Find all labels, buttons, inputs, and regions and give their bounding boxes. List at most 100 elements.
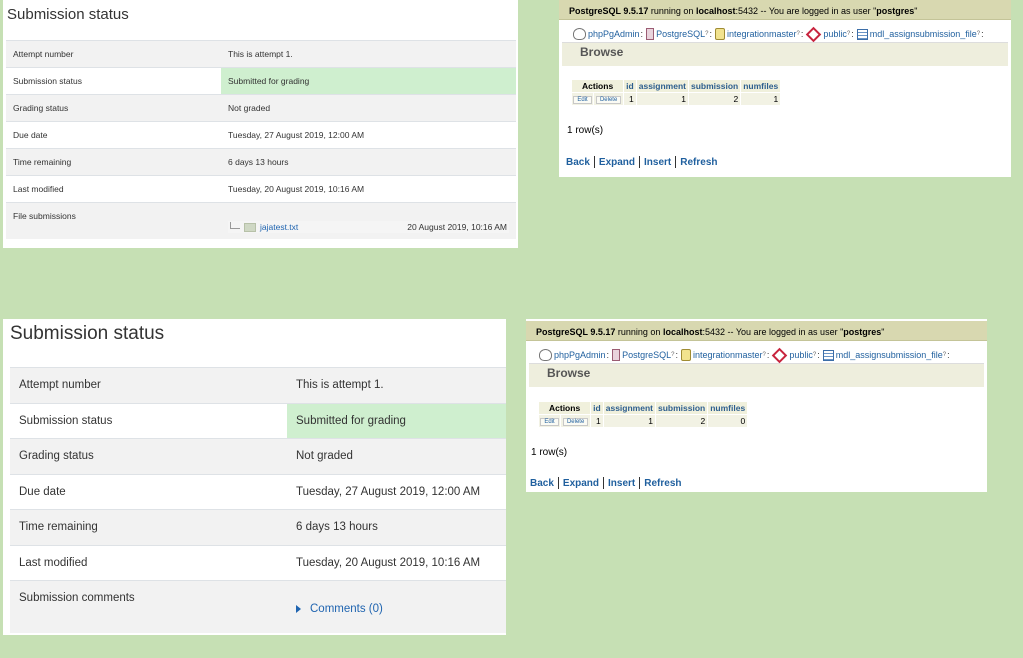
crumb-label: phpPgAdmin (554, 350, 606, 360)
crumb-label: public (789, 350, 813, 360)
crumb-label: integrationmaster (692, 350, 763, 360)
back-link[interactable]: Back (566, 157, 590, 168)
column-header-assignment[interactable]: assignment (636, 80, 688, 92)
login-text: :5432 -- You are logged in as user " (702, 327, 844, 337)
refresh-link[interactable]: Refresh (680, 157, 717, 168)
cell-id: 1 (624, 93, 636, 105)
table-row: Attempt number This is attempt 1. (10, 367, 506, 403)
refresh-link[interactable]: Refresh (644, 478, 681, 489)
server-icon (612, 349, 621, 361)
cell-submission: 2 (655, 415, 708, 427)
insert-link[interactable]: Insert (644, 157, 671, 168)
submission-status-panel-top: Submission status Attempt number This is… (3, 0, 518, 248)
caret-right-icon (296, 605, 301, 613)
row-label: Last modified (10, 544, 287, 581)
table-row: Submission status Submitted for grading (10, 402, 506, 439)
delete-button[interactable]: Delete (562, 418, 589, 426)
submission-status-table: Attempt number This is attempt 1. Submis… (6, 40, 516, 239)
table-row: Edit Delete 1 1 2 1 (572, 93, 781, 105)
crumb-label: phpPgAdmin (588, 29, 640, 39)
crumb-server[interactable]: PostgreSQL?: (612, 349, 681, 361)
row-label: Due date (6, 121, 221, 149)
row-value: This is attempt 1. (221, 40, 516, 68)
page-title: Submission status (10, 323, 165, 344)
tab-bar: Browse (562, 42, 1008, 66)
column-header-id[interactable]: id (591, 402, 603, 414)
table-row: Submission status Submitted for grading (6, 67, 516, 95)
column-header-id[interactable]: id (624, 80, 636, 92)
cell-numfiles: 1 (741, 93, 781, 105)
column-header-numfiles[interactable]: numfiles (708, 402, 748, 414)
schema-icon (806, 26, 822, 42)
cell-assignment: 1 (603, 415, 655, 427)
row-value: Tuesday, 20 August 2019, 10:16 AM (287, 544, 506, 581)
row-label: Submission status (10, 402, 287, 439)
row-label: Grading status (10, 438, 287, 474)
database-icon (680, 349, 691, 361)
table-row: Last modified Tuesday, 20 August 2019, 1… (6, 175, 516, 203)
table-row: Edit Delete 1 1 2 0 (539, 415, 748, 427)
row-label: Attempt number (10, 367, 287, 403)
table-row: Due date Tuesday, 27 August 2019, 12:00 … (6, 121, 516, 149)
row-value: Tuesday, 27 August 2019, 12:00 AM (287, 473, 506, 510)
table-row: Due date Tuesday, 27 August 2019, 12:00 … (10, 473, 506, 510)
insert-link[interactable]: Insert (608, 478, 635, 489)
row-label: File submissions (6, 202, 221, 239)
breadcrumb: phpPgAdmin: PostgreSQL?: integrationmast… (526, 341, 987, 363)
tab-browse[interactable]: Browse (547, 366, 590, 380)
row-count: 1 row(s) (567, 125, 604, 136)
running-on-text: running on (650, 6, 694, 16)
breadcrumb: phpPgAdmin: PostgreSQL?: integrationmast… (559, 20, 1011, 42)
comments-toggle[interactable]: Comments (0) (296, 603, 383, 615)
server-info-bar: PostgreSQL 9.5.17 running on localhost:5… (526, 321, 987, 341)
crumb-schema[interactable]: public?: (772, 347, 822, 363)
delete-button[interactable]: Delete (595, 96, 622, 104)
crumb-table[interactable]: mdl_assignsubmission_file?: (822, 349, 953, 361)
tab-browse[interactable]: Browse (580, 45, 623, 59)
edit-button[interactable]: Edit (540, 418, 559, 426)
cell-submission: 2 (688, 93, 741, 105)
expand-link[interactable]: Expand (563, 478, 599, 489)
submission-status-table: Attempt number This is attempt 1. Submis… (10, 367, 506, 633)
file-entry: jajatest.txt 20 August 2019, 10:16 AM (228, 221, 509, 233)
crumb-schema[interactable]: public?: (806, 26, 856, 42)
file-link[interactable]: jajatest.txt (260, 222, 298, 232)
status-badge: Submitted for grading (287, 402, 506, 439)
server-icon (646, 28, 655, 40)
row-label: Grading status (6, 94, 221, 122)
crumb-database[interactable]: integrationmaster?: (680, 349, 772, 361)
tree-branch-icon (230, 222, 240, 229)
column-header-submission[interactable]: submission (688, 80, 741, 92)
row-label: Submission comments (10, 580, 287, 633)
crumb-phppgadmin[interactable]: phpPgAdmin: (539, 349, 612, 361)
crumb-phppgadmin[interactable]: phpPgAdmin: (573, 28, 646, 40)
table-row: File submissions jajatest.txt 20 August … (6, 202, 516, 239)
column-header-assignment[interactable]: assignment (603, 402, 655, 414)
crumb-label: mdl_assignsubmission_file (835, 350, 943, 360)
column-header-submission[interactable]: submission (655, 402, 708, 414)
column-header-numfiles[interactable]: numfiles (741, 80, 781, 92)
delete-cell: Delete (561, 415, 591, 427)
crumb-label: integrationmaster (726, 29, 797, 39)
row-label: Due date (10, 473, 287, 510)
table-row: Submission comments Comments (0) (10, 580, 506, 633)
cell-assignment: 1 (636, 93, 688, 105)
crumb-table[interactable]: mdl_assignsubmission_file?: (856, 28, 987, 40)
crumb-label: mdl_assignsubmission_file (869, 29, 977, 39)
crumb-server[interactable]: PostgreSQL?: (646, 28, 715, 40)
table-row: Last modified Tuesday, 20 August 2019, 1… (10, 544, 506, 581)
column-header-actions: Actions (572, 80, 624, 92)
column-header-actions: Actions (539, 402, 591, 414)
quote-close: " (914, 6, 918, 16)
back-link[interactable]: Back (530, 478, 554, 489)
status-badge: Submitted for grading (221, 67, 516, 95)
host-name: localhost (662, 327, 703, 337)
row-label: Last modified (6, 175, 221, 203)
edit-button[interactable]: Edit (573, 96, 592, 104)
row-label: Submission status (6, 67, 221, 95)
crumb-database[interactable]: integrationmaster?: (714, 28, 806, 40)
database-icon (714, 28, 725, 40)
row-label: Time remaining (10, 509, 287, 545)
nav-links: Back Expand Insert Refresh (530, 477, 987, 489)
expand-link[interactable]: Expand (599, 157, 635, 168)
